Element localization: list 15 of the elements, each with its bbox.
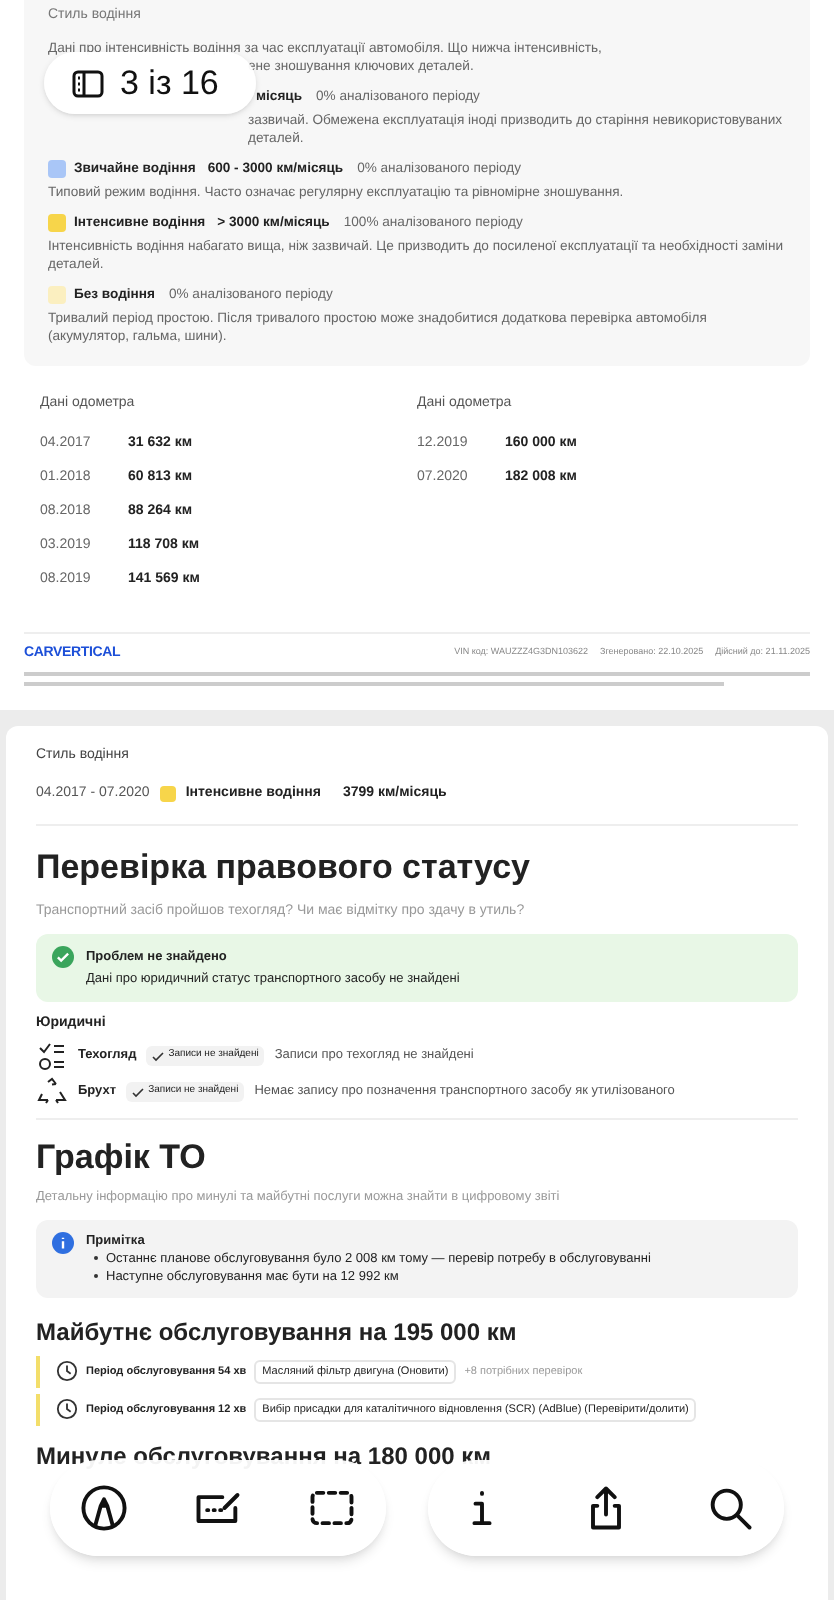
checklist-icon bbox=[36, 1040, 68, 1072]
clock-icon bbox=[56, 1360, 78, 1383]
subsection-heading: Минуле обслуговування на 180 000 км bbox=[36, 1439, 492, 1474]
sidebar-icon bbox=[72, 69, 104, 97]
page-count: 3 із 16 bbox=[120, 61, 219, 106]
pen-circle-icon[interactable] bbox=[78, 1482, 130, 1534]
subsection-heading: Майбутнє обслуговування на 195 000 км bbox=[36, 1315, 519, 1350]
check-circle-icon bbox=[52, 946, 74, 968]
check-icon bbox=[132, 1087, 145, 1097]
check-icon bbox=[152, 1051, 165, 1061]
clock-icon bbox=[56, 1398, 78, 1421]
section-heading: Перевірка правового статусу bbox=[36, 846, 532, 890]
info-icon bbox=[52, 1231, 74, 1254]
recycle-icon bbox=[36, 1076, 68, 1108]
section-heading: Графік ТО bbox=[36, 1135, 208, 1179]
